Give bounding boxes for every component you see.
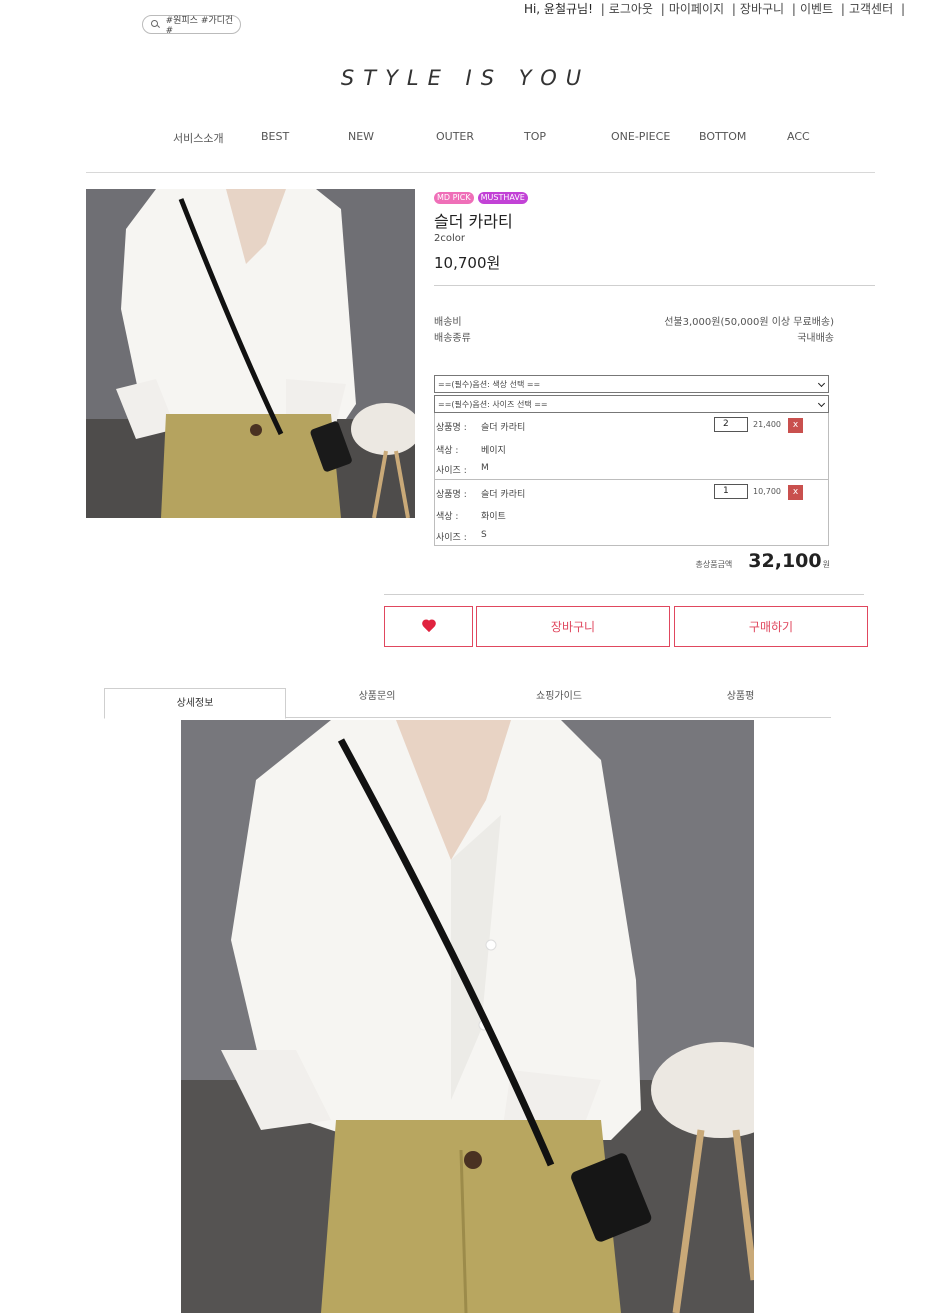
color-option-text: ==(필수)옵션: 색상 선택 == [438,379,541,389]
divider [434,285,875,286]
user-greeting: Hi, 윤철규님! [523,2,593,16]
add-to-cart-button[interactable]: 장바구니 [476,606,670,647]
wishlist-button[interactable] [384,606,473,647]
product-image[interactable] [86,189,415,518]
selected-options-list: 상품명 : 슬더 카라티 색상 : 베이지 사이즈 : M 2 21,400 x… [434,413,829,546]
color-option-select[interactable]: ==(필수)옵션: 색상 선택 == [434,375,829,393]
total-price-unit: 원 [822,560,830,569]
item-price: 10,700 [753,487,781,496]
shipping-fee-row: 배송비 선불3,000원(50,000원 이상 무료배송) [434,313,834,328]
nav-item-service[interactable]: 서비스소개 [173,130,224,146]
main-nav: 서비스소개 BEST NEW OUTER TOP ONE-PIECE BOTTO… [0,130,931,148]
item-size-label: 사이즈 : [436,466,467,476]
item-size-label: 사이즈 : [436,533,467,543]
heart-icon [422,620,436,634]
divider [384,594,864,595]
search-text: #원피스 #가디건 # [165,16,234,36]
item-size: S [481,530,487,540]
site-logo[interactable]: STYLE IS YOU [0,66,931,90]
nav-item-best[interactable]: BEST [261,130,289,143]
selected-item: 상품명 : 슬더 카라티 색상 : 화이트 사이즈 : S 1 10,700 x [435,479,828,545]
nav-item-outer[interactable]: OUTER [436,130,474,143]
search-icon [151,20,160,29]
total-price: 총상품금액 32,100 원 [695,550,830,572]
item-name: 슬더 카라티 [481,490,526,500]
event-link[interactable]: 이벤트 [800,2,833,16]
top-utility-bar: Hi, 윤철규님! | 로그아웃 | 마이페이지 | 장바구니 | 이벤트 | 고객센터 … [523,2,905,16]
selected-item: 상품명 : 슬더 카라티 색상 : 베이지 사이즈 : M 2 21,400 x [435,413,828,479]
mypage-link[interactable]: 마이페이지 [669,2,724,16]
nav-item-acc[interactable]: ACC [787,130,810,143]
quantity-input[interactable]: 1 [714,484,748,499]
shipping-fee-value: 선불3,000원(50,000원 이상 무료배송) [664,317,834,328]
item-color: 베이지 [481,446,506,456]
item-name-label: 상품명 : [436,423,467,433]
size-option-text: ==(필수)옵션: 사이즈 선택 == [438,399,548,409]
item-color: 화이트 [481,512,506,522]
tab-reviews[interactable]: 상품평 [650,688,831,718]
size-option-select[interactable]: ==(필수)옵션: 사이즈 선택 == [434,395,829,413]
md-pick-badge: MD PICK [434,192,474,204]
nav-item-top[interactable]: TOP [524,130,546,143]
delete-item-button[interactable]: x [788,485,803,500]
chevron-down-icon [817,399,826,408]
detail-tabs: 상세정보 상품문의 쇼핑가이드 상품평 [104,688,831,719]
search-box[interactable]: #원피스 #가디건 # [142,15,241,36]
item-name-label: 상품명 : [436,490,467,500]
product-name: 슬더 카라티 [434,212,513,231]
product-color-count: 2color [434,233,465,244]
shipping-type-label: 배송종류 [434,333,471,344]
total-price-value: 32,100 [748,550,822,572]
shipping-fee-label: 배송비 [434,317,462,328]
shipping-type-row: 배송종류 국내배송 [434,329,834,344]
item-name: 슬더 카라티 [481,423,526,433]
tab-product-qna[interactable]: 상품문의 [286,688,468,718]
buy-now-button[interactable]: 구매하기 [674,606,868,647]
divider [86,172,875,173]
product-price: 10,700원 [434,254,501,272]
tab-detail-info[interactable]: 상세정보 [104,688,286,719]
tab-shopping-guide[interactable]: 쇼핑가이드 [468,688,650,718]
nav-item-onepiece[interactable]: ONE-PIECE [611,130,670,143]
customer-center-link[interactable]: 고객센터 [849,2,893,16]
item-color-label: 색상 : [436,512,459,522]
total-price-label: 총상품금액 [695,560,733,569]
chevron-down-icon [817,379,826,388]
shipping-type-value: 국내배송 [797,333,834,344]
cart-link[interactable]: 장바구니 [740,2,784,16]
item-price: 21,400 [753,420,781,429]
item-size: M [481,463,489,473]
detail-image [181,720,754,1313]
logout-link[interactable]: 로그아웃 [609,2,653,16]
item-color-label: 색상 : [436,446,459,456]
badge-group: MD PICK MUSTHAVE [434,192,528,204]
quantity-input[interactable]: 2 [714,417,748,432]
nav-item-bottom[interactable]: BOTTOM [699,130,746,143]
musthave-badge: MUSTHAVE [477,192,528,204]
nav-item-new[interactable]: NEW [348,130,374,143]
delete-item-button[interactable]: x [788,418,803,433]
